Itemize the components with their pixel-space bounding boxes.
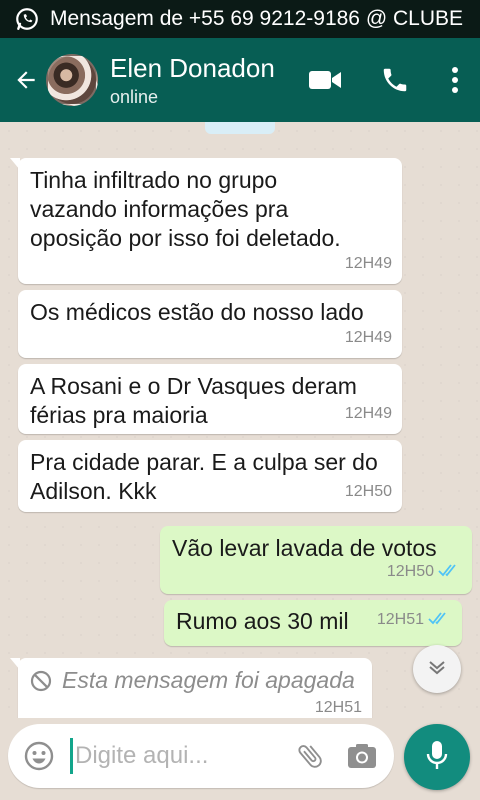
ban-icon bbox=[30, 670, 52, 692]
avatar[interactable] bbox=[46, 54, 98, 106]
whatsapp-icon bbox=[14, 6, 40, 32]
back-arrow-icon[interactable] bbox=[4, 38, 48, 122]
message-text: A Rosani e o Dr Vasques deram férias pra… bbox=[30, 373, 357, 428]
contact-name: Elen Donadon bbox=[110, 52, 275, 83]
composer bbox=[8, 724, 394, 788]
mic-icon bbox=[424, 739, 450, 776]
scroll-down-button[interactable] bbox=[413, 645, 461, 693]
message-time: 12H49 bbox=[344, 405, 392, 422]
message-time: 12H51 bbox=[314, 699, 362, 716]
chat-area[interactable]: Tinha infiltrado no grupo vazando inform… bbox=[0, 122, 480, 718]
message-outgoing[interactable]: Vão levar lavada de votos 12H50 bbox=[160, 526, 472, 594]
message-time: 12H51 bbox=[376, 611, 424, 628]
chevron-down-icon bbox=[426, 656, 448, 683]
more-vert-icon[interactable] bbox=[430, 38, 480, 122]
deleted-message-text: Esta mensagem foi apagada bbox=[62, 667, 355, 693]
message-incoming[interactable]: Tinha infiltrado no grupo vazando inform… bbox=[10, 158, 402, 284]
double-check-icon bbox=[428, 607, 452, 636]
message-text: Os médicos estão do nosso lado bbox=[30, 299, 364, 325]
message-text: Pra cidade parar. E a culpa ser do Adils… bbox=[30, 449, 378, 504]
message-incoming[interactable]: Os médicos estão do nosso lado 12H49 bbox=[18, 290, 402, 358]
phone-icon[interactable] bbox=[360, 38, 430, 122]
camera-icon[interactable] bbox=[336, 724, 388, 788]
contact-info[interactable]: Elen Donadon online bbox=[110, 53, 290, 108]
mic-button[interactable] bbox=[404, 724, 470, 790]
composer-bar bbox=[0, 718, 480, 800]
message-input[interactable] bbox=[75, 742, 284, 770]
message-time: 12H50 bbox=[386, 563, 434, 580]
notification-text: Mensagem de +55 69 9212-9186 @ CLUBE bbox=[50, 7, 463, 30]
double-check-icon bbox=[438, 559, 462, 588]
message-text: Tinha infiltrado no grupo vazando inform… bbox=[30, 167, 341, 251]
paperclip-icon[interactable] bbox=[284, 724, 336, 788]
chat-header: Elen Donadon online bbox=[0, 38, 480, 122]
message-time: 12H49 bbox=[344, 329, 392, 346]
message-deleted[interactable]: Esta mensagem foi apagada 12H51 bbox=[10, 658, 372, 718]
message-incoming[interactable]: Pra cidade parar. E a culpa ser do Adils… bbox=[18, 440, 402, 512]
status-bar: Mensagem de +55 69 9212-9186 @ CLUBE bbox=[0, 0, 480, 38]
contact-status: online bbox=[110, 86, 159, 107]
message-time: 12H50 bbox=[344, 483, 392, 500]
date-chip bbox=[205, 122, 275, 134]
message-outgoing[interactable]: Rumo aos 30 mil 12H51 bbox=[164, 600, 462, 646]
emoji-icon[interactable] bbox=[8, 724, 70, 788]
video-call-icon[interactable] bbox=[290, 38, 360, 122]
message-time: 12H49 bbox=[344, 255, 392, 272]
message-incoming[interactable]: A Rosani e o Dr Vasques deram férias pra… bbox=[18, 364, 402, 434]
